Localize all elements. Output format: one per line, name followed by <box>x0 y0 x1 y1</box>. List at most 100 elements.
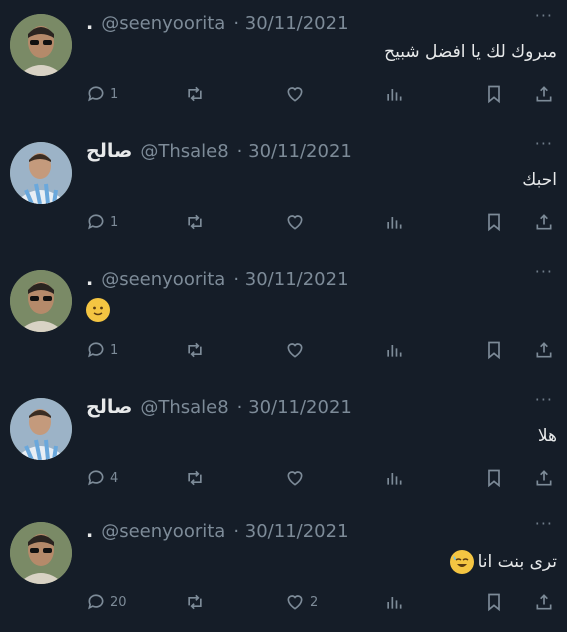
tweet-date[interactable]: · 30/11/2021 <box>233 13 348 34</box>
views-icon <box>387 345 402 357</box>
display-name[interactable]: صالح <box>86 140 132 162</box>
share-icon <box>536 342 552 358</box>
user-handle[interactable]: @seenyoorita <box>101 269 225 290</box>
user-handle[interactable]: @Thsale8 <box>140 141 228 162</box>
views-icon <box>387 597 402 609</box>
reply-button[interactable]: 1 <box>86 338 118 362</box>
tweet-text: هلا <box>538 426 557 446</box>
bookmark-button[interactable] <box>484 82 504 106</box>
share-icon <box>536 594 552 610</box>
tweet-text-content: احبك <box>522 170 557 190</box>
share-button[interactable] <box>534 590 554 614</box>
like-icon <box>287 595 303 610</box>
retweet-button[interactable] <box>184 338 206 362</box>
share-button[interactable] <box>534 82 554 106</box>
avatar[interactable] <box>10 522 72 584</box>
reply-button[interactable]: 1 <box>86 82 118 106</box>
tweet[interactable]: . @seenyoorita · 30/11/2021 ··· 1 <box>0 256 567 380</box>
tweet[interactable]: . @seenyoorita · 30/11/2021 ··· مبروك لك… <box>0 0 567 124</box>
user-handle[interactable]: @seenyoorita <box>101 521 225 542</box>
share-button[interactable] <box>534 210 554 234</box>
man-sunglasses-avatar-icon <box>10 14 72 76</box>
reply-icon <box>88 342 104 358</box>
like-count: 2 <box>310 594 319 610</box>
tweet-date[interactable]: · 30/11/2021 <box>233 269 348 290</box>
tweet[interactable]: . @seenyoorita · 30/11/2021 ··· ترى بنت … <box>0 508 567 632</box>
views-button[interactable] <box>384 210 404 234</box>
reply-count: 1 <box>110 342 119 358</box>
retweet-icon <box>188 470 202 486</box>
sweat-smile-face-icon <box>449 550 474 574</box>
display-name[interactable]: صالح <box>86 396 132 418</box>
tweet[interactable]: صالح @Thsale8 · 30/11/2021 ··· هلا 4 <box>0 384 567 508</box>
views-button[interactable] <box>384 82 404 106</box>
share-button[interactable] <box>534 338 554 362</box>
more-icon[interactable]: ··· <box>535 516 553 532</box>
retweet-icon <box>188 594 202 610</box>
like-button[interactable] <box>284 210 310 234</box>
tweet-header: صالح @Thsale8 · 30/11/2021 <box>86 394 527 420</box>
views-icon <box>387 217 402 229</box>
like-button[interactable] <box>284 466 310 490</box>
tweet-feed: . @seenyoorita · 30/11/2021 ··· مبروك لك… <box>0 0 567 628</box>
views-icon <box>387 473 402 485</box>
display-name[interactable]: . <box>86 268 93 290</box>
display-name[interactable]: . <box>86 12 93 34</box>
reply-button[interactable]: 20 <box>86 590 127 614</box>
retweet-button[interactable] <box>184 590 206 614</box>
avatar[interactable] <box>10 14 72 76</box>
tweet-header: . @seenyoorita · 30/11/2021 <box>86 10 527 36</box>
bookmark-icon <box>488 213 500 232</box>
views-button[interactable] <box>384 466 404 490</box>
display-name[interactable]: . <box>86 520 93 542</box>
views-button[interactable] <box>384 338 404 362</box>
avatar[interactable] <box>10 398 72 460</box>
bookmark-button[interactable] <box>484 590 504 614</box>
action-bar: 4 <box>86 466 557 490</box>
more-icon[interactable]: ··· <box>535 392 553 408</box>
action-bar: 1 <box>86 338 557 362</box>
avatar[interactable] <box>10 142 72 204</box>
reply-button[interactable]: 4 <box>86 466 118 490</box>
tweet-text: احبك <box>522 170 557 190</box>
share-button[interactable] <box>534 466 554 490</box>
action-bar: 1 <box>86 210 557 234</box>
like-button[interactable]: 2 <box>284 590 318 614</box>
retweet-icon <box>188 86 202 102</box>
footballer-avatar-icon <box>10 398 72 460</box>
tweet-date[interactable]: · 30/11/2021 <box>233 521 348 542</box>
like-button[interactable] <box>284 82 310 106</box>
bookmark-button[interactable] <box>484 338 504 362</box>
user-handle[interactable]: @seenyoorita <box>101 13 225 34</box>
more-icon[interactable]: ··· <box>535 136 553 152</box>
retweet-button[interactable] <box>184 82 206 106</box>
avatar[interactable] <box>10 270 72 332</box>
views-button[interactable] <box>384 590 404 614</box>
tweet-header: . @seenyoorita · 30/11/2021 <box>86 266 527 292</box>
bookmark-button[interactable] <box>484 210 504 234</box>
man-sunglasses-avatar-icon <box>10 270 72 332</box>
tweet-text-content: هلا <box>537 426 557 446</box>
tweet[interactable]: صالح @Thsale8 · 30/11/2021 ··· احبك 1 <box>0 128 567 252</box>
more-icon[interactable]: ··· <box>535 264 553 280</box>
footballer-avatar-icon <box>10 142 72 204</box>
bookmark-icon <box>488 85 500 104</box>
bookmark-icon <box>488 341 500 360</box>
bookmark-icon <box>488 469 500 488</box>
bookmark-button[interactable] <box>484 466 504 490</box>
tweet-header: صالح @Thsale8 · 30/11/2021 <box>86 138 527 164</box>
tweet-date[interactable]: · 30/11/2021 <box>237 141 352 162</box>
retweet-button[interactable] <box>184 210 206 234</box>
tweet-header: . @seenyoorita · 30/11/2021 <box>86 518 527 544</box>
like-button[interactable] <box>284 338 310 362</box>
reply-icon <box>88 86 104 102</box>
tweet-date[interactable]: · 30/11/2021 <box>237 397 352 418</box>
user-handle[interactable]: @Thsale8 <box>140 397 228 418</box>
more-icon[interactable]: ··· <box>535 8 553 24</box>
reply-icon <box>88 594 104 610</box>
reply-icon <box>88 470 104 486</box>
tweet-text-content: ترى بنت انا <box>477 552 557 572</box>
reply-button[interactable]: 1 <box>86 210 118 234</box>
tweet-text <box>86 298 110 322</box>
retweet-button[interactable] <box>184 466 206 490</box>
